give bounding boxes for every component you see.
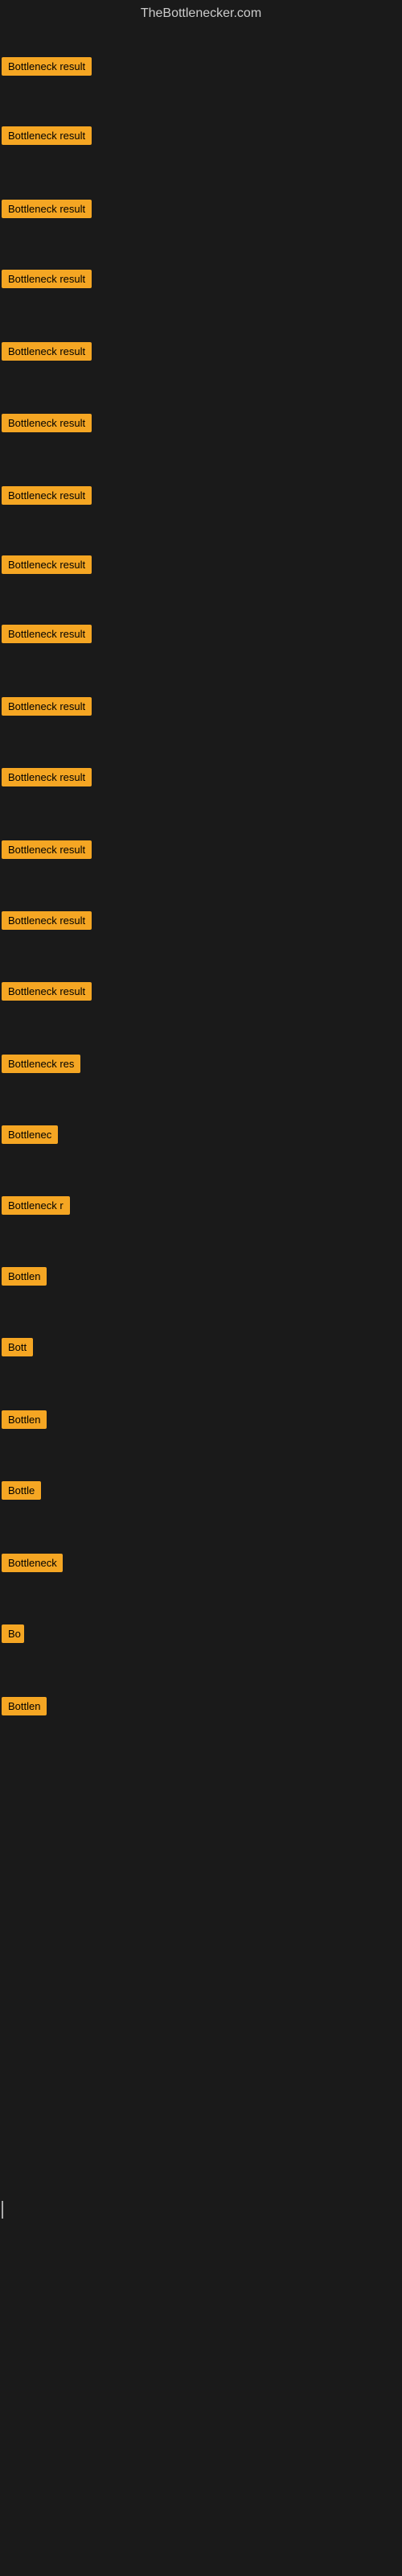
bottleneck-badge: Bottleneck result bbox=[2, 697, 92, 716]
list-item: Bottleneck result bbox=[2, 625, 92, 647]
cursor-line bbox=[2, 2201, 3, 2219]
list-item: Bottlen bbox=[2, 1410, 47, 1433]
bottleneck-badge: Bottlen bbox=[2, 1697, 47, 1715]
list-item: Bottleneck bbox=[2, 1554, 63, 1576]
list-item: Bottleneck result bbox=[2, 768, 92, 791]
site-title: TheBottlenecker.com bbox=[0, 0, 402, 27]
bottleneck-badge: Bottlen bbox=[2, 1267, 47, 1286]
bottleneck-badge: Bottleneck result bbox=[2, 200, 92, 218]
list-item: Bottlenec bbox=[2, 1125, 58, 1148]
list-item: Bottlen bbox=[2, 1267, 47, 1290]
list-item: Bottleneck result bbox=[2, 555, 92, 578]
list-item: Bottleneck result bbox=[2, 270, 92, 292]
bottleneck-badge: Bottleneck result bbox=[2, 486, 92, 505]
list-item: Bottleneck result bbox=[2, 414, 92, 436]
list-item: Bottleneck res bbox=[2, 1055, 80, 1077]
items-container: Bottleneck result Bottleneck result Bottle… bbox=[0, 27, 402, 2442]
list-item: Bottleneck result bbox=[2, 911, 92, 934]
bottleneck-badge: Bottleneck res bbox=[2, 1055, 80, 1073]
list-item: Bottleneck result bbox=[2, 840, 92, 863]
list-item: Bott bbox=[2, 1338, 33, 1360]
list-item: Bottlen bbox=[2, 1697, 47, 1719]
bottleneck-badge: Bottleneck result bbox=[2, 270, 92, 288]
bottleneck-badge: Bottlenec bbox=[2, 1125, 58, 1144]
list-item: Bottleneck result bbox=[2, 697, 92, 720]
site-header: TheBottlenecker.com bbox=[0, 0, 402, 27]
bottleneck-badge: Bott bbox=[2, 1338, 33, 1356]
list-item: Bo bbox=[2, 1624, 24, 1647]
bottleneck-badge: Bottleneck result bbox=[2, 625, 92, 643]
bottleneck-badge: Bottleneck result bbox=[2, 768, 92, 786]
bottleneck-badge: Bottleneck bbox=[2, 1554, 63, 1572]
bottleneck-badge: Bottleneck r bbox=[2, 1196, 70, 1215]
list-item: Bottle bbox=[2, 1481, 41, 1504]
list-item: Bottleneck result bbox=[2, 342, 92, 365]
bottleneck-badge: Bottleneck result bbox=[2, 342, 92, 361]
bottleneck-badge: Bottleneck result bbox=[2, 982, 92, 1001]
bottleneck-badge: Bottleneck result bbox=[2, 840, 92, 859]
bottleneck-badge: Bottleneck result bbox=[2, 555, 92, 574]
list-item: Bottleneck result bbox=[2, 486, 92, 509]
list-item: Bottleneck result bbox=[2, 57, 92, 80]
bottleneck-badge: Bottleneck result bbox=[2, 57, 92, 76]
bottleneck-badge: Bottleneck result bbox=[2, 126, 92, 145]
list-item: Bottleneck result bbox=[2, 982, 92, 1005]
bottleneck-badge: Bottleneck result bbox=[2, 414, 92, 432]
bottleneck-badge: Bottlen bbox=[2, 1410, 47, 1429]
list-item: Bottleneck result bbox=[2, 200, 92, 222]
list-item: Bottleneck r bbox=[2, 1196, 70, 1219]
bottleneck-badge: Bottle bbox=[2, 1481, 41, 1500]
bottleneck-badge: Bo bbox=[2, 1624, 24, 1643]
bottleneck-badge: Bottleneck result bbox=[2, 911, 92, 930]
list-item: Bottleneck result bbox=[2, 126, 92, 149]
